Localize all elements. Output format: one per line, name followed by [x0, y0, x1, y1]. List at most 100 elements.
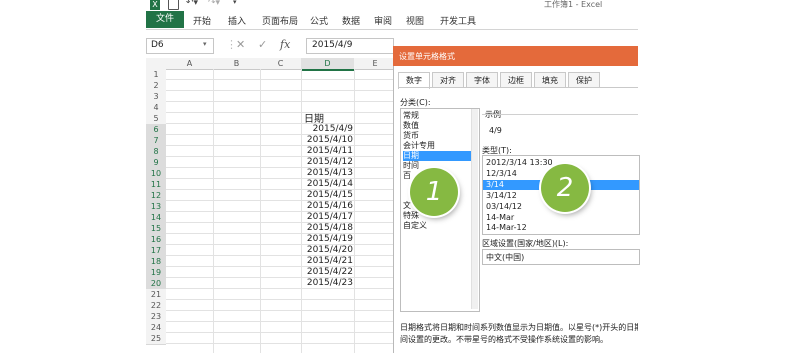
category-item-selected[interactable]: 日期: [403, 151, 475, 161]
step-2-callout: 2: [541, 164, 589, 212]
ribbon-tabs: 文件 开始 插入 页面布局 公式 数据 审阅 视图 开发工具: [146, 11, 638, 29]
date-cell[interactable]: 2015/4/22: [301, 267, 353, 278]
excel-logo-icon: X: [150, 0, 160, 10]
category-item[interactable]: 自定义: [403, 221, 475, 231]
format-description: 日期格式将日期和时间系列数值显示为日期值。以星号(*)开头的日期格式 间设置的更…: [400, 322, 638, 346]
check-icon[interactable]: ✓: [258, 38, 267, 51]
locale-label: 区域设置(国家/地区)(L):: [482, 239, 569, 248]
category-scrollbar[interactable]: [471, 109, 478, 309]
grid-row-line: [166, 277, 396, 278]
fx-button[interactable]: fx: [280, 38, 290, 51]
grid-row-line: [166, 134, 396, 135]
description-line-1: 日期格式将日期和时间系列数值显示为日期值。以星号(*)开头的日期格式: [400, 323, 638, 332]
undo-icon[interactable]: ↶▾: [186, 0, 198, 8]
tab-alignment[interactable]: 对齐: [432, 72, 464, 88]
grid-column-line: [354, 69, 355, 353]
date-cell[interactable]: 2015/4/14: [301, 179, 353, 190]
grid-row-line: [166, 90, 396, 91]
customize-icon[interactable]: ▾: [233, 0, 237, 6]
ribbon-divider: [146, 29, 638, 30]
formula-value: 2015/4/9: [312, 40, 353, 50]
date-cell[interactable]: 2015/4/16: [301, 201, 353, 212]
tab-home[interactable]: 开始: [193, 14, 211, 27]
grid-row-line: [166, 156, 396, 157]
grid-row-line: [166, 233, 396, 234]
tab-data[interactable]: 数据: [342, 14, 360, 27]
category-item[interactable]: 数值: [403, 121, 475, 131]
grid-row-line: [166, 288, 396, 289]
type-item[interactable]: 14-Mar-12: [483, 223, 639, 233]
column-header-e[interactable]: E: [354, 58, 396, 70]
name-box-value: D6: [151, 40, 164, 50]
date-cell[interactable]: 2015/4/12: [301, 157, 353, 168]
tab-developer[interactable]: 开发工具: [440, 14, 476, 27]
grid-row-line: [166, 343, 396, 344]
date-cell[interactable]: 2015/4/19: [301, 234, 353, 245]
date-cell[interactable]: 2015/4/17: [301, 212, 353, 223]
grid-row-line: [166, 79, 396, 80]
description-line-2: 间设置的更改。不带星号的格式不受操作系统设置的影响。: [400, 335, 608, 344]
grid-row-line: [166, 145, 396, 146]
date-cell[interactable]: 2015/4/10: [301, 135, 353, 146]
window-title: 工作簿1 - Excel: [544, 0, 603, 9]
tab-protection[interactable]: 保护: [568, 72, 600, 88]
date-cell[interactable]: 2015/4/23: [301, 278, 353, 289]
grid-row-line: [166, 200, 396, 201]
date-cell[interactable]: 2015/4/11: [301, 146, 353, 157]
grid-row-line: [166, 321, 396, 322]
dialog-title-bar: 设置单元格格式: [393, 46, 638, 66]
category-item[interactable]: 货币: [403, 131, 475, 141]
column-header-a[interactable]: A: [166, 58, 214, 70]
grid-row-line: [166, 299, 396, 300]
tab-page-layout[interactable]: 页面布局: [262, 14, 298, 27]
column-header-b[interactable]: B: [213, 58, 261, 70]
type-item[interactable]: 14-Mar: [483, 213, 639, 223]
dialog-title: 设置单元格格式: [399, 52, 455, 61]
grid-column-line: [260, 69, 261, 353]
redo-icon[interactable]: ↷▾: [208, 0, 220, 8]
tab-border[interactable]: 边框: [500, 72, 532, 88]
grid-row-line: [166, 266, 396, 267]
grid-row-line: [166, 101, 396, 102]
column-header-c[interactable]: C: [260, 58, 302, 70]
close-icon[interactable]: ✕: [236, 38, 245, 51]
column-header-d[interactable]: D: [301, 58, 355, 71]
formula-buttons: ⋮ ✕ ✓ fx: [226, 38, 306, 52]
date-cell[interactable]: 2015/4/13: [301, 168, 353, 179]
grid-row-line: [166, 112, 396, 113]
tab-view[interactable]: 视图: [406, 14, 424, 27]
date-cell[interactable]: 2015/4/20: [301, 245, 353, 256]
locale-select[interactable]: 中文(中国): [482, 249, 640, 265]
tab-font[interactable]: 字体: [466, 72, 498, 88]
grid-row-line: [166, 211, 396, 212]
grid-row-line: [166, 189, 396, 190]
grid-row-line: [166, 167, 396, 168]
formula-input[interactable]: 2015/4/9: [306, 38, 394, 54]
date-cell[interactable]: 2015/4/18: [301, 223, 353, 234]
category-item[interactable]: 常规: [403, 111, 475, 121]
grid-row-line: [166, 123, 396, 124]
step-1-callout: 1: [410, 168, 458, 216]
tab-divider: [398, 87, 638, 88]
row-header[interactable]: 25: [146, 333, 166, 345]
chevron-down-icon[interactable]: ▾: [203, 40, 207, 48]
save-icon[interactable]: [168, 0, 179, 10]
category-item[interactable]: 会计专用: [403, 141, 475, 151]
grid-row-line: [166, 332, 396, 333]
tab-formulas[interactable]: 公式: [310, 14, 328, 27]
date-cell[interactable]: 2015/4/15: [301, 190, 353, 201]
date-cell[interactable]: 2015/4/9: [301, 124, 353, 135]
worksheet-grid[interactable]: A B C D E 1 2 3 4 5 6 7 8 9 10 11 12 13 14 15 16 17 18 19 2…: [146, 58, 396, 353]
tab-review[interactable]: 审阅: [374, 14, 392, 27]
tab-insert[interactable]: 插入: [228, 14, 246, 27]
tab-file[interactable]: 文件: [146, 11, 184, 28]
grid-column-line: [213, 69, 214, 353]
grid-row-line: [166, 222, 396, 223]
tab-fill[interactable]: 填充: [534, 72, 566, 88]
date-cell[interactable]: 2015/4/21: [301, 256, 353, 267]
grid-row-line: [166, 178, 396, 179]
grid-row-line: [166, 255, 396, 256]
locale-value: 中文(中国): [486, 253, 525, 262]
sample-value: 4/9: [489, 126, 502, 135]
grid-row-line: [166, 310, 396, 311]
